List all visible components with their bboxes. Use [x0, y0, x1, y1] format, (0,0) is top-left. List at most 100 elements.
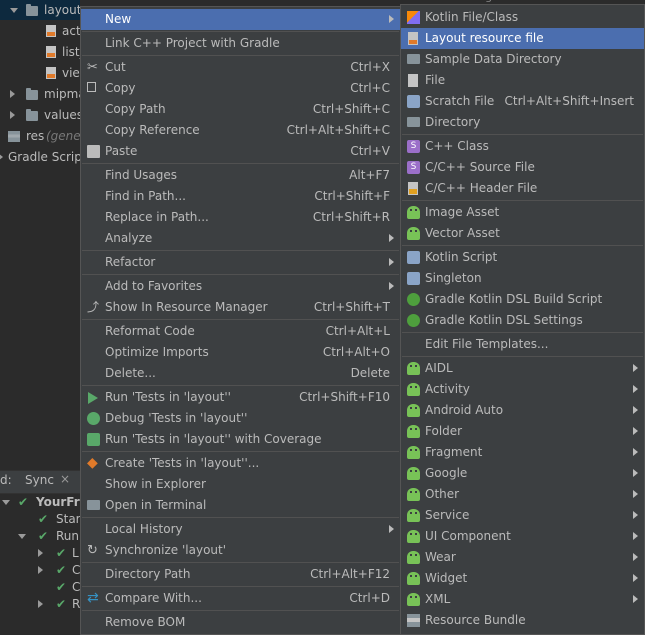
close-icon[interactable]: ×: [60, 472, 70, 486]
expand-arrow-icon[interactable]: [38, 549, 43, 557]
menu-item-copy-path[interactable]: Copy Path Ctrl+Shift+C: [81, 99, 400, 120]
menu-item-aidl[interactable]: AIDL: [401, 358, 644, 379]
menu-item-folder[interactable]: Folder: [401, 421, 644, 442]
menu-item-kotlin-file-class[interactable]: Kotlin File/Class: [401, 7, 644, 28]
menu-item-optimize-imports[interactable]: Optimize Imports Ctrl+Alt+O: [81, 342, 400, 363]
menu-item-synchronize-layout[interactable]: ↻ Synchronize 'layout': [81, 540, 400, 561]
tree-item-activity-file[interactable]: acti: [0, 21, 84, 41]
menu-item-link-c-project-with-gradle[interactable]: Link C++ Project with Gradle: [81, 33, 400, 54]
menu-item-run-tests-in-layout-with-coverage[interactable]: Run 'Tests in 'layout'' with Coverage: [81, 429, 400, 450]
menu-item-activity[interactable]: Activity: [401, 379, 644, 400]
menu-item-paste[interactable]: Paste Ctrl+V: [81, 141, 400, 162]
menu-item-show-in-resource-manager[interactable]: ⤴ Show In Resource Manager Ctrl+Shift+T: [81, 297, 400, 318]
menu-item-directory[interactable]: Directory: [401, 112, 644, 133]
menu-item-local-history[interactable]: Local History: [81, 519, 400, 540]
menu-item-copy[interactable]: Copy Ctrl+C: [81, 78, 400, 99]
expand-arrow-icon[interactable]: [18, 534, 26, 539]
menu-item-reformat-code[interactable]: Reformat Code Ctrl+Alt+L: [81, 321, 400, 342]
submenu-arrow-icon: [389, 15, 394, 23]
menu-item-show-in-explorer[interactable]: Show in Explorer: [81, 474, 400, 495]
menu-item-wear[interactable]: Wear: [401, 547, 644, 568]
menu-item-replace-in-path[interactable]: Replace in Path... Ctrl+Shift+R: [81, 207, 400, 228]
menu-item-label: Run 'Tests in 'layout'': [105, 390, 231, 404]
shortcut-label: Ctrl+V: [350, 144, 390, 158]
menu-item-singleton[interactable]: Singleton: [401, 268, 644, 289]
menu-item-run-tests-in-layout[interactable]: Run 'Tests in 'layout'' Ctrl+Shift+F10: [81, 387, 400, 408]
menu-item-copy-reference[interactable]: Copy Reference Ctrl+Alt+Shift+C: [81, 120, 400, 141]
kotlin-file-icon: [407, 11, 420, 24]
menu-item-label: Directory: [425, 115, 481, 129]
menu-item-directory-path[interactable]: Directory Path Ctrl+Alt+F12: [81, 564, 400, 585]
cpp-header-icon: [408, 182, 418, 195]
menu-item-google[interactable]: Google: [401, 463, 644, 484]
menu-item-new[interactable]: New: [81, 9, 400, 30]
tab-sync[interactable]: Sync: [25, 473, 54, 487]
menu-separator: [402, 332, 643, 333]
menu-item-c-c-header-file[interactable]: C/C++ Header File: [401, 178, 644, 199]
menu-item-gradle-kotlin-dsl-settings[interactable]: Gradle Kotlin DSL Settings: [401, 310, 644, 331]
menu-item-vector-asset[interactable]: Vector Asset: [401, 223, 644, 244]
tree-item-mipmap[interactable]: mipma: [0, 84, 86, 104]
menu-item-label: Android Auto: [425, 403, 504, 417]
menu-item-c-class[interactable]: S C++ Class: [401, 136, 644, 157]
menu-item-file[interactable]: File: [401, 70, 644, 91]
menu-item-ui-component[interactable]: UI Component: [401, 526, 644, 547]
submenu-arrow-icon: [633, 511, 638, 519]
folder-icon: [26, 109, 38, 121]
menu-item-remove-bom[interactable]: Remove BOM: [81, 612, 400, 633]
menu-item-refactor[interactable]: Refactor: [81, 252, 400, 273]
menu-item-open-in-terminal[interactable]: Open in Terminal: [81, 495, 400, 516]
menu-item-xml[interactable]: XML: [401, 589, 644, 610]
menu-item-find-usages[interactable]: Find Usages Alt+F7: [81, 165, 400, 186]
tree-item-values[interactable]: values: [0, 105, 83, 125]
tree-item-layout[interactable]: layout: [0, 0, 81, 20]
expand-arrow-icon[interactable]: [10, 90, 15, 98]
menu-item-create-tests-in-layout[interactable]: ◆ Create 'Tests in 'layout''...: [81, 453, 400, 474]
menu-item-find-in-path[interactable]: Find in Path... Ctrl+Shift+F: [81, 186, 400, 207]
menu-item-scratch-file[interactable]: Scratch File Ctrl+Alt+Shift+Insert: [401, 91, 644, 112]
menu-item-kotlin-script[interactable]: Kotlin Script: [401, 247, 644, 268]
kotlin-singleton-icon: [407, 272, 420, 285]
expand-arrow-icon[interactable]: [10, 8, 18, 13]
run-tree-row[interactable]: ✔ R: [0, 594, 80, 614]
tool-window-label: d:: [0, 473, 12, 487]
menu-item-widget[interactable]: Widget: [401, 568, 644, 589]
tree-item-view-file[interactable]: view: [0, 63, 90, 83]
expand-arrow-icon[interactable]: [10, 111, 15, 119]
menu-item-fragment[interactable]: Fragment: [401, 442, 644, 463]
menu-item-other[interactable]: Other: [401, 484, 644, 505]
menu-item-gradle-kotlin-dsl-build-script[interactable]: Gradle Kotlin DSL Build Script: [401, 289, 644, 310]
menu-item-image-asset[interactable]: Image Asset: [401, 202, 644, 223]
expand-arrow-icon[interactable]: [0, 153, 3, 161]
menu-item-resource-bundle[interactable]: Resource Bundle: [401, 610, 644, 631]
layout-file-icon: [408, 32, 418, 45]
submenu-arrow-icon: [633, 553, 638, 561]
menu-item-service[interactable]: Service: [401, 505, 644, 526]
menu-item-add-to-favorites[interactable]: Add to Favorites: [81, 276, 400, 297]
menu-item-layout-resource-file[interactable]: Layout resource file: [401, 28, 644, 49]
context-menu: New Link C++ Project with Gradle ✂ Cut Ctrl+…: [80, 6, 401, 635]
tree-item-res[interactable]: res (gener: [0, 126, 86, 146]
menu-item-debug-tests-in-layout[interactable]: Debug 'Tests in 'layout'': [81, 408, 400, 429]
expand-arrow-icon[interactable]: [38, 566, 43, 574]
expand-arrow-icon[interactable]: [2, 500, 10, 505]
expand-arrow-icon[interactable]: [38, 600, 43, 608]
tree-item-list-file[interactable]: list_: [0, 42, 86, 62]
shortcut-label: Ctrl+Shift+C: [312, 102, 390, 116]
shortcut-label: Alt+F7: [349, 168, 390, 182]
menu-item-compare-with[interactable]: ⇄ Compare With... Ctrl+D: [81, 588, 400, 609]
menu-item-cut[interactable]: ✂ Cut Ctrl+X: [81, 57, 400, 78]
menu-item-label: Vector Asset: [425, 226, 500, 240]
paste-icon: [87, 145, 100, 158]
menu-item-label: Other: [425, 487, 460, 501]
menu-item-android-auto[interactable]: Android Auto: [401, 400, 644, 421]
menu-item-delete[interactable]: Delete... Delete: [81, 363, 400, 384]
tree-item-gradle-scripts[interactable]: Gradle Scripts: [0, 147, 93, 167]
shortcut-label: Ctrl+Shift+R: [312, 210, 390, 224]
android-icon: [407, 446, 420, 459]
menu-item-analyze[interactable]: Analyze: [81, 228, 400, 249]
menu-item-sample-data-directory[interactable]: Sample Data Directory: [401, 49, 644, 70]
menu-item-c-c-source-file[interactable]: S C/C++ Source File: [401, 157, 644, 178]
menu-separator: [402, 134, 643, 135]
menu-item-edit-file-templates[interactable]: Edit File Templates...: [401, 334, 644, 355]
